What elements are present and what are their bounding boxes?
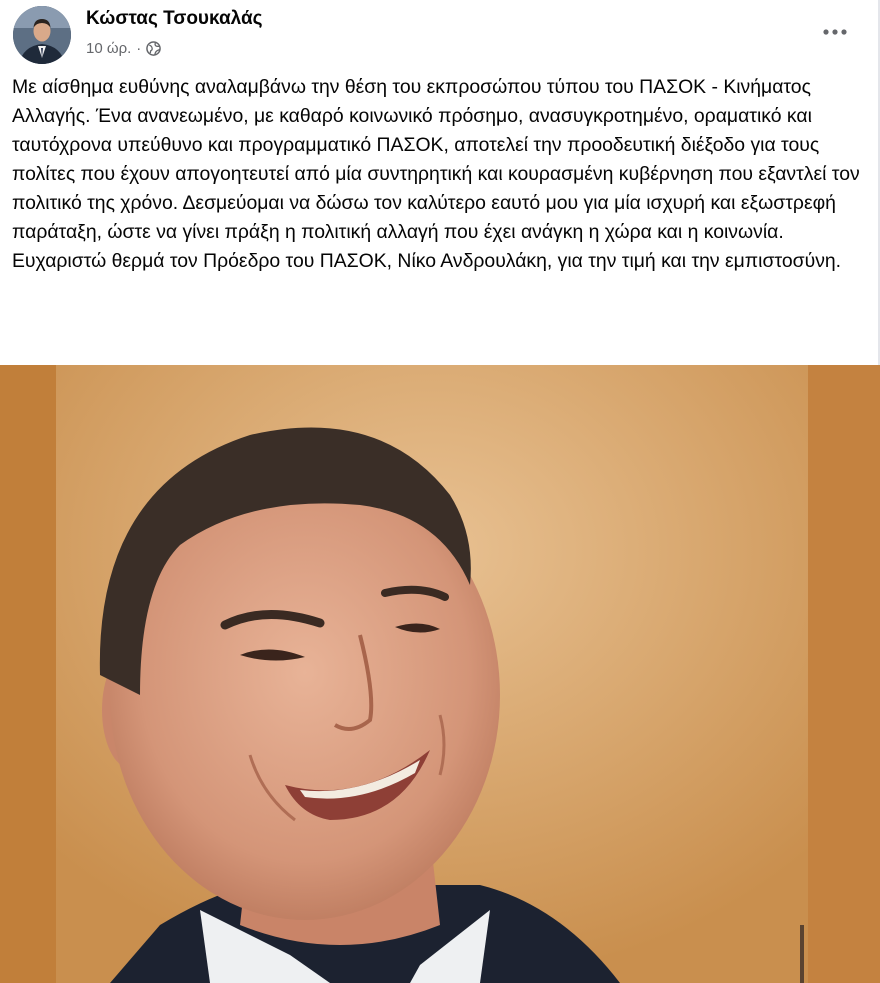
post-text: Με αίσθημα ευθύνης αναλαμβάνω την θέση τ… xyxy=(12,76,860,272)
more-options-button[interactable] xyxy=(818,20,852,44)
post-header: Κώστας Τσουκαλάς 10 ώρ. · xyxy=(0,0,880,70)
post-timestamp[interactable]: 10 ώρ. xyxy=(86,40,131,57)
post-meta: 10 ώρ. · xyxy=(86,40,162,57)
meta-separator: · xyxy=(136,40,142,57)
globe-icon[interactable] xyxy=(146,41,162,56)
author-name[interactable]: Κώστας Τσουκαλάς xyxy=(86,8,263,30)
post-photo[interactable] xyxy=(0,365,880,983)
more-options-icon xyxy=(823,29,847,35)
author-avatar[interactable] xyxy=(13,6,71,64)
